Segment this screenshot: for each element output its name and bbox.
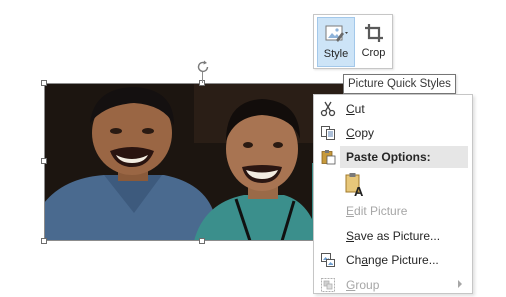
rotate-handle-icon[interactable]: [194, 58, 212, 76]
style-button[interactable]: Style: [317, 17, 355, 67]
svg-text:A: A: [354, 184, 364, 198]
paste-option-keep-text-button[interactable]: A: [344, 172, 366, 199]
tooltip-picture-quick-styles: Picture Quick Styles: [343, 74, 456, 94]
copy-icon: [321, 126, 335, 140]
paste-options-header-label: Paste Options:: [346, 150, 431, 164]
crop-button[interactable]: Crop: [357, 17, 390, 67]
menu-item-cut-label: Cut: [346, 102, 365, 116]
menu-item-cut[interactable]: Cut: [314, 97, 472, 121]
clipboard-icon: [321, 150, 336, 165]
resize-handle-left[interactable]: [41, 158, 47, 164]
menu-item-group-label: Group: [346, 278, 380, 292]
menu-item-save-as-picture-label: Save as Picture...: [346, 229, 441, 243]
menu-item-change-picture[interactable]: Change Picture...: [314, 248, 472, 272]
crop-icon: [364, 24, 383, 42]
paste-options-header: Paste Options:: [340, 146, 468, 168]
style-button-label: Style: [323, 48, 349, 60]
resize-handle-bottom-left[interactable]: [41, 238, 47, 244]
paste-keep-text-icon: A: [345, 173, 364, 199]
submenu-arrow-icon: [458, 280, 462, 288]
menu-item-edit-picture-label: Edit Picture: [346, 204, 408, 218]
menu-item-group[interactable]: Group: [314, 273, 472, 297]
mini-toolbar: Style Crop: [313, 14, 393, 69]
menu-item-copy[interactable]: Copy: [314, 121, 472, 145]
menu-item-save-as-picture[interactable]: Save as Picture...: [314, 224, 472, 248]
resize-handle-bottom[interactable]: [199, 238, 205, 244]
menu-item-copy-label: Copy: [346, 126, 375, 140]
crop-button-label: Crop: [361, 47, 386, 59]
picture-style-icon: [325, 25, 348, 42]
menu-item-change-picture-label: Change Picture...: [346, 253, 439, 267]
menu-item-edit-picture[interactable]: Edit Picture: [314, 199, 472, 223]
resize-handle-top-left[interactable]: [41, 80, 47, 86]
scissors-icon: [320, 101, 336, 117]
context-menu: Cut Copy Paste Options: A Edit Picture S…: [313, 94, 473, 294]
change-picture-icon: [321, 253, 335, 267]
